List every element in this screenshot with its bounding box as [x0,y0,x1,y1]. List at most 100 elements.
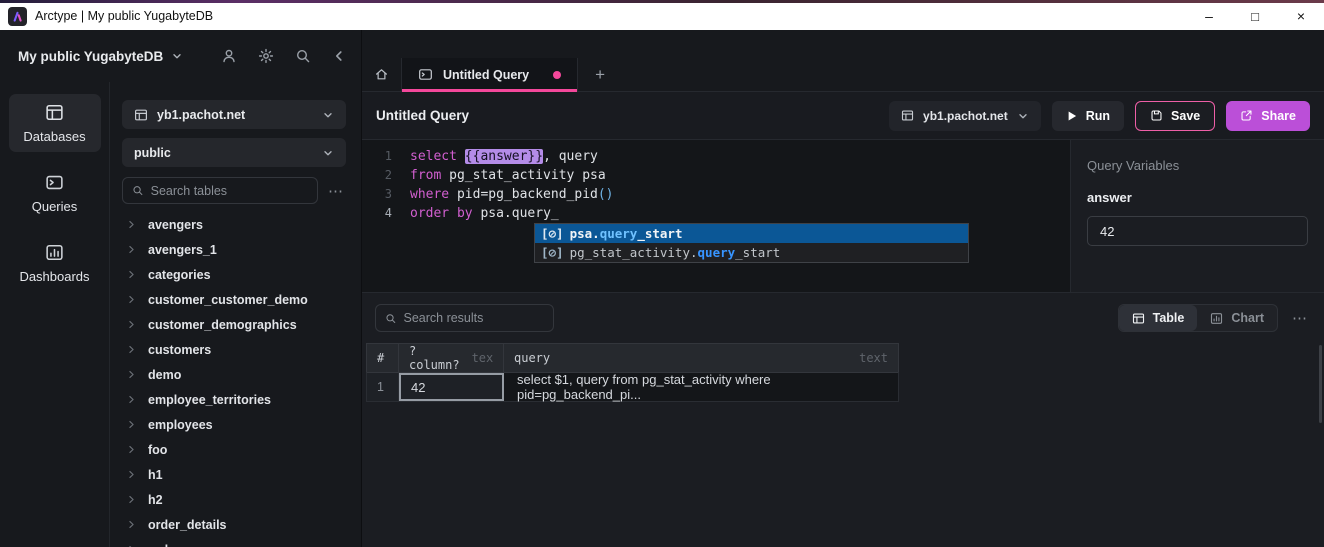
maximize-button[interactable]: □ [1232,0,1278,30]
save-button[interactable]: Save [1135,101,1215,131]
window-accent-line [0,0,1324,3]
search-icon [385,312,396,325]
results-more-button[interactable]: ⋯ [1288,309,1310,327]
collapse-sidebar-icon[interactable] [332,49,346,63]
table-list-item[interactable]: customer_demographics [122,312,346,337]
left-sidebar: My public YugabyteDB [0,30,360,547]
chevron-right-icon [126,419,137,430]
new-tab-button[interactable]: + [578,58,622,91]
account-icon[interactable] [221,48,237,64]
query-header: Untitled Query yb1.pachot.net [362,92,1324,140]
nav-rail: Databases Queries Dashboards [0,82,110,547]
sidebar-item-dashboards[interactable]: Dashboards [9,234,101,292]
play-icon [1066,110,1078,122]
schema-dropdown[interactable]: public [122,138,346,167]
variable-value-input[interactable] [1087,216,1308,246]
home-tab[interactable] [362,58,402,91]
results-grid: # ?column? tex query text 1 42 select $1… [366,343,899,402]
unsaved-dot [553,71,561,79]
home-icon [374,67,389,82]
table-list-item[interactable]: avengers_1 [122,237,346,262]
grid-header-column[interactable]: query text [504,344,898,372]
chart-view-label: Chart [1231,311,1264,325]
chevron-right-icon [126,494,137,505]
table-view-button[interactable]: Table [1119,305,1198,331]
search-results-input[interactable] [403,311,544,325]
table-name: customer_customer_demo [148,293,308,307]
table-name: avengers [148,218,203,232]
tab-label: Untitled Query [443,68,529,82]
chevron-right-icon [126,369,137,380]
connection-name: yb1.pachot.net [157,108,245,122]
table-list-more-button[interactable]: ⋯ [318,182,346,200]
query-workspace: 1 select {{answer}}, query 2 from pg_sta… [362,140,1324,292]
query-cell[interactable]: select $1, query from pg_stat_activity w… [504,373,898,401]
row-index-cell[interactable]: 1 [367,373,399,401]
title-bar: Arctype | My public YugabyteDB – □ × [0,0,1324,30]
chart-view-icon [1210,312,1223,325]
dashboards-icon [45,243,64,262]
run-button[interactable]: Run [1052,101,1124,131]
search-tables-field[interactable] [122,177,318,204]
line-number: 1 [362,147,392,166]
field-icon: [⊘] [541,226,564,241]
table-list-item[interactable]: demo [122,362,346,387]
query-variables-panel: Query Variables answer [1070,140,1324,292]
connection-dropdown[interactable]: yb1.pachot.net [122,100,346,129]
table-list-item[interactable]: employee_territories [122,387,346,412]
query-tab-icon [418,67,433,82]
autocomplete-item-selected[interactable]: [⊘]psa.query_start [535,224,968,243]
query-connection-dropdown[interactable]: yb1.pachot.net [889,101,1041,131]
query-connection-name: yb1.pachot.net [923,109,1008,123]
table-view-icon [1132,312,1145,325]
chevron-right-icon [126,344,137,355]
table-list-item[interactable]: customer_customer_demo [122,287,346,312]
table-name: avengers_1 [148,243,217,257]
grid-header-column[interactable]: ?column? tex [399,344,504,372]
close-button[interactable]: × [1278,0,1324,30]
share-button[interactable]: Share [1226,101,1310,131]
sidebar-item-label: Queries [32,199,78,214]
run-label: Run [1086,109,1110,123]
schema-name: public [134,146,171,160]
tab-untitled-query[interactable]: Untitled Query [402,58,578,91]
table-name: categories [148,268,211,282]
arctype-logo-icon [8,7,27,26]
chart-view-button[interactable]: Chart [1197,305,1277,331]
table-list-item[interactable]: h1 [122,462,346,487]
line-number: 3 [362,185,392,204]
view-toggle: Table Chart [1118,304,1278,332]
table-list-item[interactable]: foo [122,437,346,462]
column-name: ?column? [409,344,460,372]
search-results-field[interactable] [375,304,554,332]
code-line: 2 from pg_stat_activity psa [362,166,1070,185]
selected-cell[interactable]: 42 [399,373,504,401]
autocomplete-item[interactable]: [⊘]pg_stat_activity.query_start [535,243,968,262]
table-list-item[interactable]: order_details [122,512,346,537]
search-tables-input[interactable] [151,184,308,198]
chevron-right-icon [126,294,137,305]
settings-gear-icon[interactable] [258,48,274,64]
table-name: demo [148,368,181,382]
results-scrollbar[interactable] [1319,345,1322,423]
table-list-item[interactable]: h2 [122,487,346,512]
search-icon[interactable] [295,48,311,64]
table-list-item[interactable]: orders [122,537,346,547]
grid-header-index[interactable]: # [367,344,399,372]
workspace-selector[interactable]: My public YugabyteDB [18,49,183,64]
main-area: Untitled Query + Untitled Query yb1.pach… [361,30,1324,547]
table-list-item[interactable]: employees [122,412,346,437]
table-list-item[interactable]: categories [122,262,346,287]
line-number: 2 [362,166,392,185]
sidebar-item-databases[interactable]: Databases [9,94,101,152]
minimize-button[interactable]: – [1186,0,1232,30]
window-title: Arctype | My public YugabyteDB [35,9,213,23]
table-name: h2 [148,493,163,507]
sidebar-item-queries[interactable]: Queries [9,164,101,222]
table-list-item[interactable]: avengers [122,212,346,237]
table-list-item[interactable]: customers [122,337,346,362]
chevron-right-icon [126,219,137,230]
sql-editor[interactable]: 1 select {{answer}}, query 2 from pg_sta… [362,140,1070,292]
chevron-right-icon [126,394,137,405]
sidebar-item-label: Databases [23,129,85,144]
